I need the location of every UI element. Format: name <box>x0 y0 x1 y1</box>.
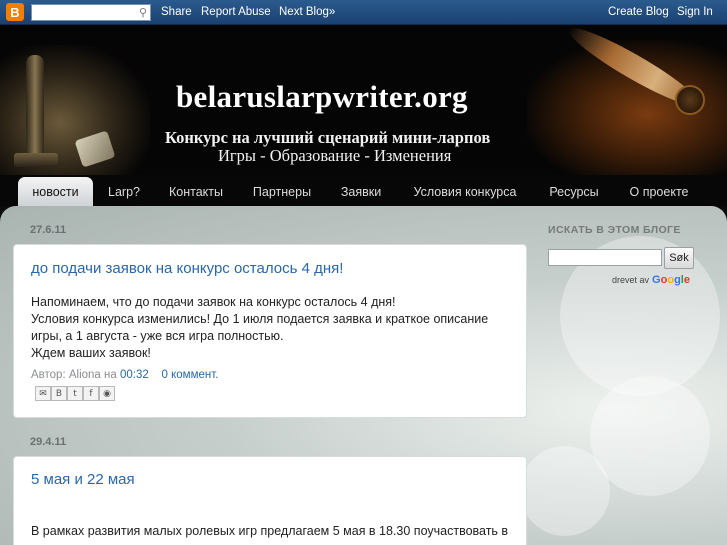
chess-piece-icon <box>26 55 44 165</box>
buzz-icon[interactable]: ◉ <box>99 386 115 401</box>
post-body-line: игры, а 1 августа - уже вся игра полност… <box>31 329 284 343</box>
tab-resources[interactable]: Ресурсы <box>536 177 612 206</box>
share-buttons: ✉ B t f ◉ <box>35 386 115 401</box>
blog-description-line2: Игры - Образование - Изменения <box>218 146 452 165</box>
post-date: 29.4.11 <box>30 436 67 448</box>
post-body-line: Напоминаем, что до подачи заявок на конк… <box>31 295 396 309</box>
share-link[interactable]: Share <box>161 6 192 18</box>
tab-contacts[interactable]: Контакты <box>157 177 235 206</box>
powered-by-label: drevet av <box>612 275 650 285</box>
next-blog-link[interactable]: Next Blog» <box>279 6 335 18</box>
post-body: Напоминаем, что до подачи заявок на конк… <box>31 294 521 362</box>
chess-base-decoration <box>14 153 58 167</box>
post-timestamp-link[interactable]: 00:32 <box>120 369 149 381</box>
report-abuse-link[interactable]: Report Abuse <box>201 6 271 18</box>
inkwell-icon <box>675 85 705 115</box>
tab-news[interactable]: новости <box>18 177 93 206</box>
sidebar-search-button[interactable]: Søk <box>664 247 694 269</box>
post-body-line: Условия конкурса изменились! До 1 июля п… <box>31 312 489 326</box>
post-title[interactable]: до подачи заявок на конкурс осталось 4 д… <box>31 260 343 277</box>
background-bubble <box>520 446 610 536</box>
blog-description-line1: Конкурс на лучший сценарий мини-ларпов <box>165 128 491 147</box>
powered-by-google: drevet av Google <box>612 274 690 286</box>
post-author: Автор: Aliona на <box>31 369 117 381</box>
search-icon[interactable]: ⚲ <box>139 6 147 19</box>
email-icon[interactable]: ✉ <box>35 386 51 401</box>
tab-about[interactable]: О проекте <box>616 177 702 206</box>
blogger-navbar: B ⚲ Share Report Abuse Next Blog» Create… <box>0 0 727 25</box>
sidebar-search-input[interactable] <box>548 249 662 266</box>
tab-applications[interactable]: Заявки <box>328 177 394 206</box>
sidebar-search-title: ИСКАТЬ В ЭТОМ БЛОГЕ <box>548 224 681 236</box>
tab-partners[interactable]: Партнеры <box>240 177 324 206</box>
blog-title[interactable]: belaruslarpwriter.org <box>176 79 468 115</box>
google-logo-icon: Google <box>652 274 690 286</box>
twitter-icon[interactable]: t <box>67 386 83 401</box>
blogger-logo-icon[interactable]: B <box>6 3 24 21</box>
blog-header: belaruslarpwriter.org Конкурс на лучший … <box>0 25 727 175</box>
navbar-search-input[interactable]: ⚲ <box>31 4 151 21</box>
facebook-icon[interactable]: f <box>83 386 99 401</box>
page-tabs: новости Larp? Контакты Партнеры Заявки У… <box>0 175 727 206</box>
post-body-line: В рамках развития малых ролевых игр пред… <box>31 524 509 538</box>
post-body-line: Ждем ваших заявок! <box>31 346 151 360</box>
blogthis-icon[interactable]: B <box>51 386 67 401</box>
post-body: В рамках развития малых ролевых игр пред… <box>31 523 523 540</box>
post-date: 27.6.11 <box>30 224 67 236</box>
post-footer: Автор: Aliona на 00:32 0 коммент. <box>31 369 218 381</box>
tab-contest-conditions[interactable]: Условия конкурса <box>398 177 532 206</box>
post-comments-link[interactable]: 0 коммент. <box>162 369 219 381</box>
tab-larp[interactable]: Larp? <box>96 177 152 206</box>
sign-in-link[interactable]: Sign In <box>677 6 713 18</box>
post-title[interactable]: 5 мая и 22 мая <box>31 471 135 488</box>
create-blog-link[interactable]: Create Blog <box>608 6 669 18</box>
